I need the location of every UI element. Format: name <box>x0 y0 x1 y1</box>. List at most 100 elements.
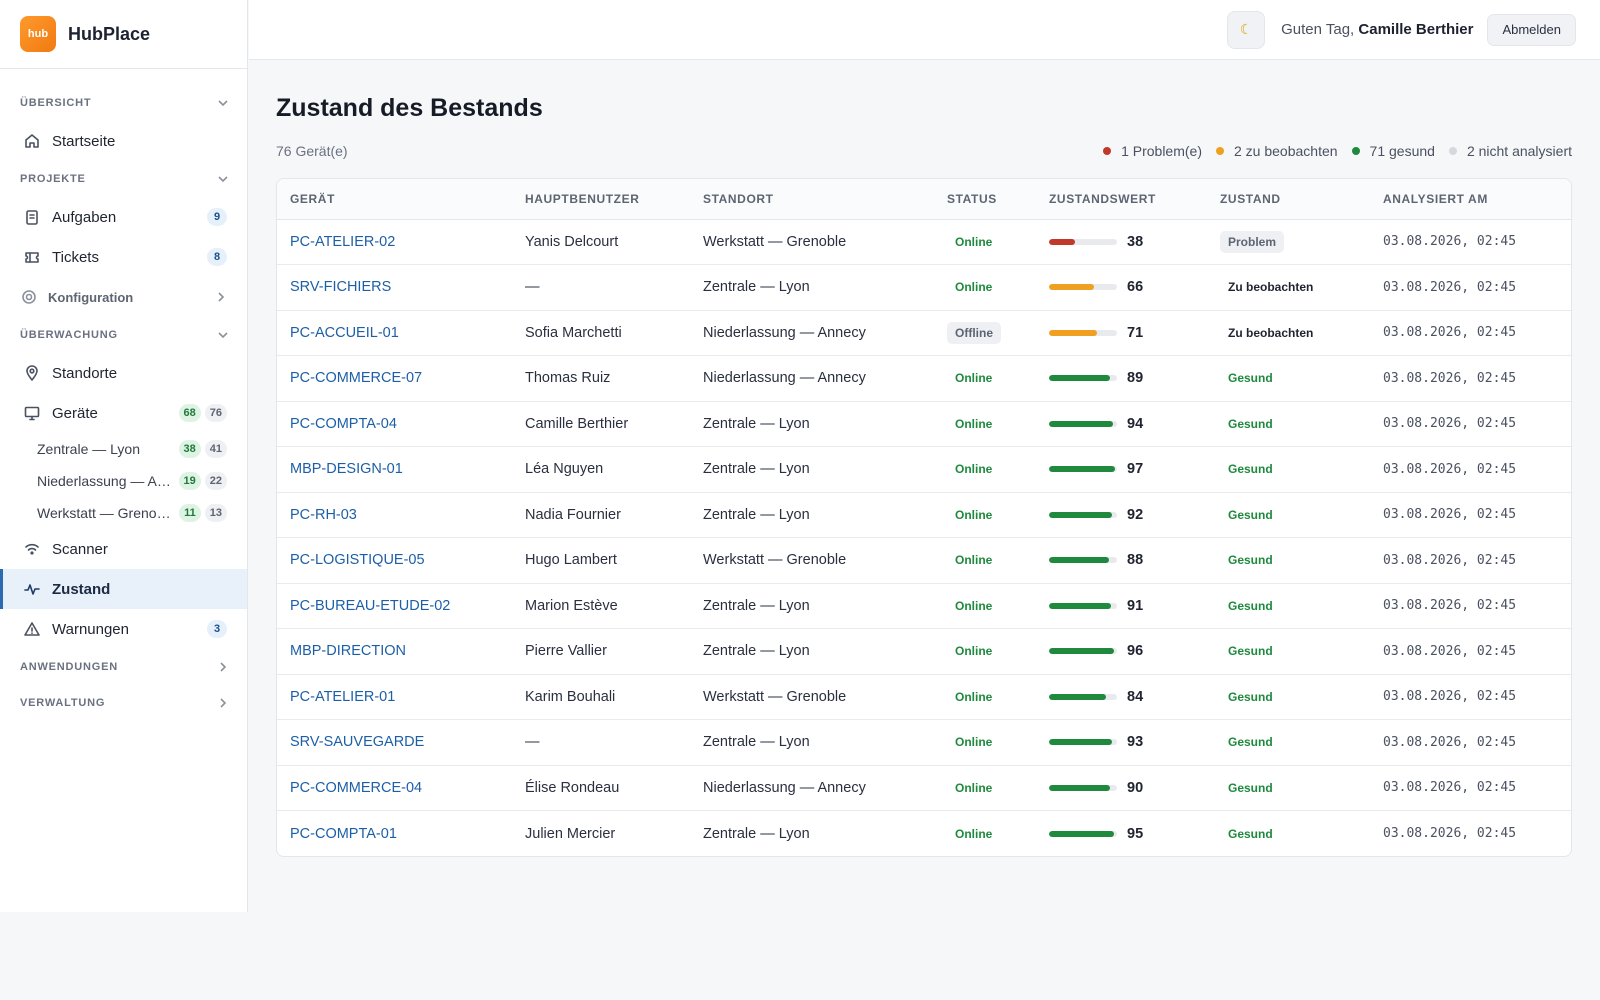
device-link[interactable]: PC-COMPTA-04 <box>277 401 512 447</box>
ok-count-badge: 38 <box>178 440 201 458</box>
location-cell: Zentrale — Lyon <box>690 583 934 629</box>
sidebar-item-tickets[interactable]: Tickets 8 <box>0 237 247 277</box>
table-row[interactable]: PC-COMPTA-01 Julien Mercier Zentrale — Lyo… <box>277 811 1571 857</box>
sidebar-item-scanner[interactable]: Scanner <box>0 529 247 569</box>
score-value: 38 <box>1127 233 1144 250</box>
score-value: 66 <box>1127 279 1144 296</box>
sidebar: hub HubPlace ÜBERSICHT Startseite PROJEK… <box>0 0 248 912</box>
sidebar-item-label: Niederlassung — Annecy <box>37 473 175 489</box>
column-header[interactable]: GERÄT <box>277 179 512 220</box>
device-link[interactable]: PC-LOGISTIQUE-05 <box>277 537 512 584</box>
sidebar-item-label: Geräte <box>52 404 98 422</box>
user-cell: Yanis Delcourt <box>512 219 690 265</box>
table-row[interactable]: MBP-DIRECTION Pierre Vallier Zentrale — Ly… <box>277 628 1571 675</box>
table-row[interactable]: PC-ATELIER-02 Yanis Delcourt Werkstatt — G… <box>277 219 1571 265</box>
device-link[interactable]: PC-COMMERCE-04 <box>277 765 512 811</box>
analyzed-date: 03.08.2026, 02:45 <box>1370 719 1571 766</box>
page-title: Zustand des Bestands <box>276 94 543 122</box>
score-bar-fill <box>1049 693 1107 700</box>
condition-cell: Gesund <box>1207 628 1370 675</box>
section-overview[interactable]: ÜBERSICHT <box>0 85 247 121</box>
score-indicator: 94 <box>1049 416 1207 432</box>
device-link[interactable]: PC-ATELIER-02 <box>277 219 512 265</box>
theme-toggle-button[interactable]: ☾ <box>1227 10 1266 49</box>
column-header[interactable]: STANDORT <box>690 179 934 220</box>
device-link[interactable]: SRV-FICHIERS <box>277 264 512 311</box>
score-value: 97 <box>1127 461 1144 478</box>
device-link[interactable]: SRV-SAUVEGARDE <box>277 719 512 766</box>
table-row[interactable]: PC-LOGISTIQUE-05 Hugo Lambert Werkstatt — … <box>277 537 1571 584</box>
device-link[interactable]: PC-ACCUEIL-01 <box>277 310 512 356</box>
column-header[interactable]: STATUS <box>934 179 1036 220</box>
table-row[interactable]: PC-ATELIER-01 Karim Bouhali Werkstatt — Gr… <box>277 674 1571 720</box>
score-value: 96 <box>1127 643 1144 660</box>
sidebar-subitem-grenoble[interactable]: Werkstatt — Grenoble 11 13 <box>0 497 247 529</box>
table-row[interactable]: MBP-DESIGN-01 Léa Nguyen Zentrale — Lyon On… <box>277 446 1571 493</box>
warning-icon <box>23 620 41 638</box>
sidebar-item-label: Scanner <box>52 540 108 558</box>
condition-cell: Zu beobachten <box>1207 310 1370 356</box>
column-header[interactable]: ZUSTANDSWERT <box>1036 179 1207 220</box>
section-administration[interactable]: VERWALTUNG <box>0 685 247 721</box>
score-value: 90 <box>1127 779 1144 796</box>
sidebar-item-config[interactable]: Konfiguration <box>0 277 247 317</box>
column-header[interactable]: ZUSTAND <box>1207 179 1370 220</box>
condition-cell: Gesund <box>1207 401 1370 447</box>
device-link[interactable]: MBP-DESIGN-01 <box>277 446 512 493</box>
sidebar-subitem-annecy[interactable]: Niederlassung — Annecy 19 22 <box>0 465 247 497</box>
sidebar-item-locations[interactable]: Standorte <box>0 353 247 393</box>
sidebar-item-health[interactable]: Zustand <box>0 569 247 609</box>
condition-badge: Problem <box>1220 230 1285 253</box>
status-badge: Online <box>955 598 993 613</box>
device-link[interactable]: PC-RH-03 <box>277 492 512 538</box>
table-row[interactable]: PC-COMMERCE-04 Élise Rondeau Niederlassung… <box>277 765 1571 811</box>
sidebar-item-tasks[interactable]: Aufgaben 9 <box>0 197 247 237</box>
sidebar-item-devices[interactable]: Geräte 68 76 <box>0 393 247 433</box>
sidebar-item-home[interactable]: Startseite <box>0 121 247 161</box>
section-projects[interactable]: PROJEKTE <box>0 161 247 197</box>
status-badge: Online <box>955 371 993 386</box>
score-cell: 94 <box>1036 401 1207 447</box>
sidebar-item-warnings[interactable]: Warnungen 3 <box>0 609 247 649</box>
location-cell: Zentrale — Lyon <box>703 825 810 842</box>
user-name: Camille Berthier <box>1358 21 1474 38</box>
score-bar-fill <box>1049 830 1114 837</box>
device-link[interactable]: MBP-DIRECTION <box>277 628 512 675</box>
device-link[interactable]: PC-ATELIER-01 <box>277 674 512 720</box>
column-header[interactable]: ANALYSIERT AM <box>1370 179 1571 220</box>
score-bar-fill <box>1049 284 1094 291</box>
device-link[interactable]: PC-COMMERCE-07 <box>277 355 512 402</box>
table-row[interactable]: PC-BUREAU-ETUDE-02 Marion Estève Zentrale … <box>277 583 1571 629</box>
condition-badge: Gesund <box>1228 416 1273 431</box>
user-cell: Nadia Fournier <box>512 492 690 538</box>
table-row[interactable]: SRV-FICHIERS — Zentrale — Lyon Online 66 Zu b… <box>277 264 1571 311</box>
sidebar-item-label: Aufgaben <box>52 208 117 226</box>
section-monitoring[interactable]: ÜBERWACHUNG <box>0 317 247 353</box>
section-applications[interactable]: ANWENDUNGEN <box>0 649 247 685</box>
status-cell: Online <box>934 446 1036 493</box>
condition-cell: Gesund <box>1207 765 1370 811</box>
logout-button[interactable]: Abmelden <box>1487 13 1576 46</box>
table-body: PC-ATELIER-02 Yanis Delcourt Werkstatt — G… <box>277 219 1571 856</box>
analyzed-date: 03.08.2026, 02:45 <box>1370 219 1571 265</box>
device-link[interactable]: PC-BUREAU-ETUDE-02 <box>277 583 512 629</box>
device-link[interactable]: PC-COMPTA-01 <box>277 811 512 857</box>
health-table: GERÄT HAUPTBENUTZER STANDORT STATUS ZUSTANDS… <box>276 178 1572 857</box>
table-header-row: GERÄT HAUPTBENUTZER STANDORT STATUS ZUSTANDS… <box>277 179 1571 220</box>
table-row[interactable]: PC-RH-03 Nadia Fournier Zentrale — Lyon Onl… <box>277 492 1571 538</box>
table-row[interactable]: PC-ACCUEIL-01 Sofia Marchetti Niederlassun… <box>277 310 1571 356</box>
legend-label: 2 nicht analysiert <box>1466 143 1572 159</box>
location-cell: Zentrale — Lyon <box>690 719 934 766</box>
condition-badge: Gesund <box>1228 780 1273 795</box>
sidebar-subitem-lyon[interactable]: Zentrale — Lyon 38 41 <box>0 433 247 465</box>
status-cell: Online <box>934 583 1036 629</box>
brand[interactable]: hub HubPlace <box>0 0 247 69</box>
ticket-icon <box>23 248 41 266</box>
section-label: ÜBERWACHUNG <box>20 329 118 341</box>
table-row[interactable]: PC-COMPTA-04 Camille Berthier Zentrale — L… <box>277 401 1571 447</box>
home-icon <box>23 132 41 150</box>
table-row[interactable]: PC-COMMERCE-07 Thomas Ruiz Niederlassung —… <box>277 355 1571 402</box>
score-cell: 97 <box>1036 446 1207 493</box>
column-header[interactable]: HAUPTBENUTZER <box>512 179 690 220</box>
table-row[interactable]: SRV-SAUVEGARDE — Zentrale — Lyon Online 93 Ge… <box>277 719 1571 766</box>
